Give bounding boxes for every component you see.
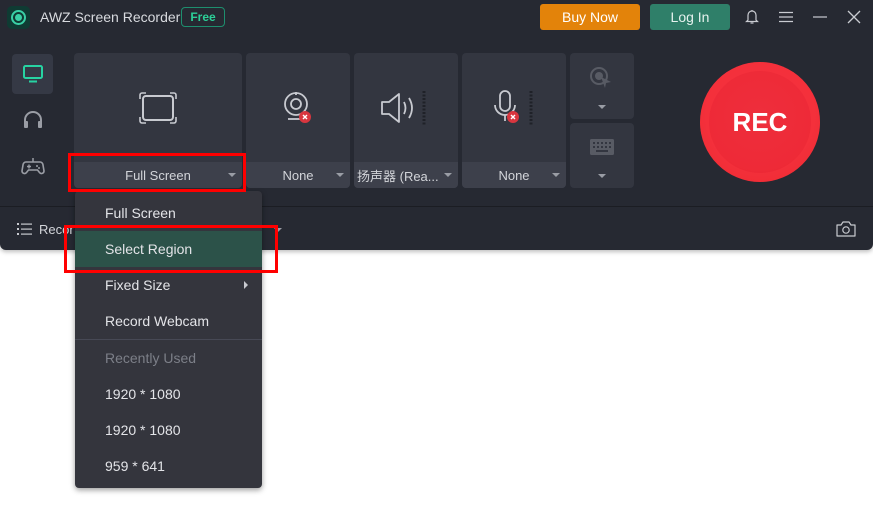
camera-icon[interactable]	[836, 221, 856, 237]
cursor-effects-button[interactable]	[570, 53, 634, 119]
speaker-select[interactable]: 扬声器 (Rea...	[354, 162, 458, 188]
microphone-off-icon	[494, 89, 533, 125]
app-logo-icon	[7, 6, 30, 29]
highlight-box-screen-mode	[68, 153, 246, 192]
microphone-panel[interactable]: None	[462, 53, 566, 188]
speaker-value: 扬声器 (Rea...	[357, 168, 439, 184]
chevron-down-icon	[336, 173, 344, 177]
app-title: AWZ Screen Recorder	[40, 9, 181, 25]
keystroke-button[interactable]	[570, 123, 634, 188]
recently-used-header: Recently Used	[105, 350, 197, 366]
full-screen-region-icon	[139, 91, 177, 124]
microphone-select[interactable]: None	[462, 162, 566, 188]
sidebar-tab-audio[interactable]	[12, 100, 53, 140]
free-badge: Free	[181, 7, 225, 27]
bell-icon[interactable]	[742, 7, 762, 27]
headphones-icon	[23, 111, 42, 128]
webcam-value: None	[282, 167, 314, 183]
minimize-icon[interactable]	[810, 7, 830, 27]
close-icon[interactable]	[844, 7, 864, 27]
list-icon[interactable]	[17, 223, 32, 235]
webcam-off-icon	[284, 91, 311, 123]
webcam-select[interactable]: None	[246, 162, 350, 188]
menu-item-recent-size[interactable]: 1920 * 1080	[75, 376, 262, 412]
speaker-panel[interactable]: 扬声器 (Rea...	[354, 53, 458, 188]
sidebar-tab-game[interactable]	[12, 146, 53, 186]
webcam-panel[interactable]: None	[246, 53, 350, 188]
speaker-icon	[381, 90, 426, 125]
record-button[interactable]: REC	[700, 62, 820, 182]
menu-item-recent-size[interactable]: 1920 * 1080	[75, 412, 262, 448]
menu-icon[interactable]	[776, 7, 796, 27]
menu-item-recent-size[interactable]: 959 * 641	[75, 448, 262, 484]
title-bar: AWZ Screen Recorder Free Buy Now Log In	[0, 0, 873, 36]
chevron-down-icon	[598, 105, 606, 109]
chevron-right-icon	[244, 281, 248, 289]
monitor-icon	[22, 65, 43, 83]
microphone-value: None	[498, 167, 530, 183]
sidebar-tab-screen[interactable]	[12, 54, 53, 94]
chevron-down-icon	[598, 174, 606, 178]
highlight-box-select-region	[64, 225, 278, 273]
gamepad-icon	[20, 158, 45, 175]
cursor-click-icon	[590, 67, 611, 88]
chevron-down-icon	[552, 173, 560, 177]
chevron-down-icon	[444, 173, 452, 177]
keyboard-icon	[590, 139, 614, 155]
menu-item-record-webcam[interactable]: Record Webcam	[75, 303, 262, 339]
buy-now-button[interactable]: Buy Now	[540, 4, 640, 30]
log-in-button[interactable]: Log In	[650, 4, 730, 30]
